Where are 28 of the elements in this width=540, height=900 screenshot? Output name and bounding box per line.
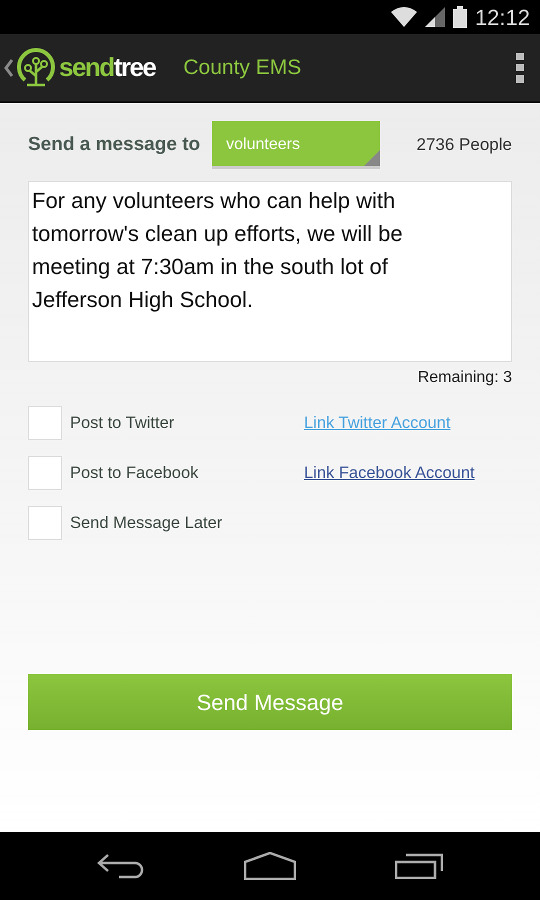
- account-link[interactable]: Link Twitter Account: [304, 410, 450, 436]
- back-icon[interactable]: [97, 852, 146, 878]
- signal-icon: [424, 7, 445, 27]
- wifi-icon: [390, 7, 417, 27]
- tree-logo-icon: [17, 48, 55, 88]
- option-label: Post to Twitter: [70, 412, 176, 434]
- account-link[interactable]: Link Facebook Account: [304, 460, 475, 486]
- checkbox[interactable]: [28, 456, 62, 490]
- corner-triangle-icon: [364, 150, 380, 166]
- group-dropdown[interactable]: volunteers: [212, 121, 380, 169]
- option-label: Send Message Later: [70, 512, 224, 534]
- remaining-count: Remaining: 3: [418, 368, 512, 388]
- overflow-menu-icon[interactable]: [516, 52, 524, 82]
- home-icon[interactable]: [244, 852, 296, 880]
- recent-apps-icon[interactable]: [394, 852, 443, 878]
- clock-text: 12:12: [474, 4, 530, 32]
- checkbox[interactable]: [28, 506, 62, 540]
- send-button[interactable]: Send Message: [28, 674, 512, 730]
- logo-text: send: [59, 51, 114, 84]
- option-label: Post to Facebook: [70, 462, 200, 484]
- logo-text: tree: [114, 51, 156, 84]
- message-field[interactable]: For any volunteers who can help with tomorrow's clean up efforts, we will be meeting at 7:30am in the south lot of Jefferson High School.: [28, 181, 512, 362]
- recipient-label: Send a message to: [28, 132, 200, 157]
- people-count: 2736 People: [416, 134, 512, 156]
- battery-icon: [452, 6, 467, 28]
- screen-title: County EMS: [183, 54, 302, 81]
- checkbox[interactable]: [28, 406, 62, 440]
- back-chevron-icon[interactable]: [4, 58, 13, 78]
